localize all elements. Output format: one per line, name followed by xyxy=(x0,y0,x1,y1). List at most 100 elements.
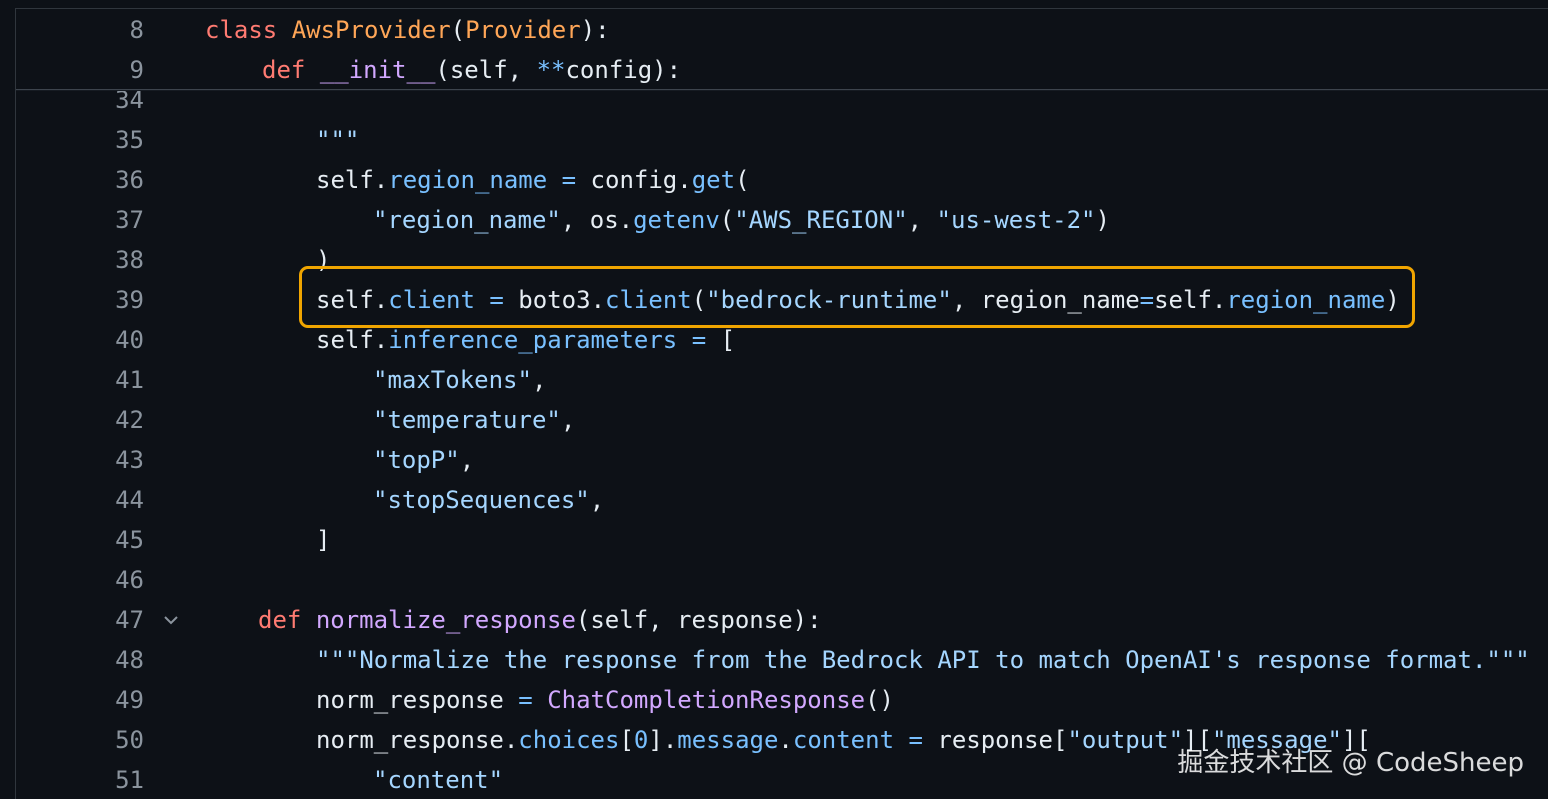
code-token: . xyxy=(590,286,606,314)
line-number[interactable]: 42 xyxy=(16,400,144,440)
code-token: , xyxy=(589,486,605,514)
line-number[interactable]: 46 xyxy=(16,560,144,600)
code-token: getenv xyxy=(633,206,720,234)
line-code[interactable]: """ xyxy=(316,120,359,160)
code-token: region_name xyxy=(388,166,548,194)
sticky-scope-header: 8 class AwsProvider(Provider): 9 def __init… xyxy=(16,9,1548,90)
code-token: . xyxy=(373,166,389,194)
code-token: . xyxy=(373,326,389,354)
code-token: """Normalize the response from the Bedro… xyxy=(316,646,1530,674)
code-token: normalize_response xyxy=(315,606,576,634)
line-code[interactable]: self.region_name = config.get( xyxy=(316,160,750,200)
line-number[interactable]: 45 xyxy=(16,520,144,560)
line-number[interactable]: 40 xyxy=(16,320,144,360)
chevron-down-icon[interactable] xyxy=(161,610,181,630)
line-code[interactable]: def normalize_response(self, response): xyxy=(258,600,822,640)
code-token: = xyxy=(489,286,504,314)
code-line: 46 xyxy=(16,560,1548,600)
code-token: self xyxy=(1154,286,1212,314)
line-code[interactable]: "topP", xyxy=(373,440,474,480)
code-token: [ xyxy=(619,726,634,754)
code-token: = xyxy=(518,686,533,714)
code-token: "topP" xyxy=(373,446,460,474)
code-token: = xyxy=(691,326,707,354)
line-number[interactable]: 44 xyxy=(16,480,144,520)
code-line: 40 self.inference_parameters = [ xyxy=(16,320,1548,360)
line-number[interactable]: 51 xyxy=(16,760,144,799)
line-number[interactable]: 8 xyxy=(16,10,144,50)
line-number[interactable]: 50 xyxy=(16,720,144,760)
line-code[interactable]: "region_name", os.getenv("AWS_REGION", "… xyxy=(373,200,1110,240)
code-token: def xyxy=(262,56,306,84)
code-token: region_name xyxy=(1226,286,1386,314)
code-token: config): xyxy=(565,56,682,84)
line-number[interactable]: 49 xyxy=(16,680,144,720)
code-token: = xyxy=(908,726,923,754)
code-viewer: 8 class AwsProvider(Provider): 9 def __init… xyxy=(0,0,1548,799)
code-line: 39 self.client = boto3.client("bedrock-ru… xyxy=(16,280,1548,320)
code-line: 38) xyxy=(16,240,1548,280)
code-token: (self, xyxy=(435,56,537,84)
line-number[interactable]: 9 xyxy=(16,50,144,90)
code-token: [ xyxy=(706,326,736,354)
line-code[interactable]: norm_response = ChatCompletionResponse() xyxy=(316,680,894,720)
code-token: norm_response xyxy=(316,686,504,714)
line-code[interactable]: "stopSequences", xyxy=(373,480,604,520)
code-token: ) xyxy=(1095,206,1110,234)
line-number[interactable]: 43 xyxy=(16,440,144,480)
code-token: ] xyxy=(648,726,663,754)
code-line: 8 class AwsProvider(Provider): xyxy=(16,10,1548,50)
code-token: message xyxy=(677,726,779,754)
code-line: 43 "topP", xyxy=(16,440,1548,480)
line-code[interactable]: class AwsProvider(Provider): xyxy=(205,10,610,50)
code-line: 49 norm_response = ChatCompletionResponse… xyxy=(16,680,1548,720)
line-code[interactable]: "content" xyxy=(373,760,503,799)
code-token: . xyxy=(677,166,692,194)
code-token: ): xyxy=(580,16,610,44)
line-code[interactable]: self.client = boto3.client("bedrock-runt… xyxy=(316,280,1400,320)
code-token: () xyxy=(865,686,894,714)
code-token: , xyxy=(459,446,475,474)
code-line: 45] xyxy=(16,520,1548,560)
code-token: ( xyxy=(691,286,707,314)
line-number[interactable]: 47 xyxy=(16,600,144,640)
code-token: client xyxy=(388,286,475,314)
line-number[interactable]: 37 xyxy=(16,200,144,240)
line-number[interactable]: 39 xyxy=(16,280,144,320)
line-number[interactable]: 36 xyxy=(16,160,144,200)
code-token: class xyxy=(205,16,278,44)
line-code[interactable]: def __init__(self, **config): xyxy=(262,50,681,90)
code-token: = xyxy=(1139,286,1155,314)
line-code[interactable]: self.inference_parameters = [ xyxy=(316,320,735,360)
line-number[interactable]: 35 xyxy=(16,120,144,160)
code-line: 9 def __init__(self, **config): xyxy=(16,50,1548,90)
line-code[interactable]: "temperature", xyxy=(373,400,575,440)
line-code[interactable]: ) xyxy=(316,240,330,280)
code-line: 37 "region_name", os.getenv("AWS_REGION",… xyxy=(16,200,1548,240)
code-token: (self, response): xyxy=(575,606,822,634)
code-line: 44 "stopSequences", xyxy=(16,480,1548,520)
line-number[interactable]: 48 xyxy=(16,640,144,680)
line-number[interactable]: 41 xyxy=(16,360,144,400)
code-token: self xyxy=(316,286,374,314)
code-token: inference_parameters xyxy=(388,326,678,354)
line-code[interactable]: ] xyxy=(316,520,330,560)
code-token: Provider xyxy=(465,16,581,44)
line-number[interactable]: 38 xyxy=(16,240,144,280)
code-token: . xyxy=(1211,286,1227,314)
line-code[interactable]: "maxTokens", xyxy=(373,360,546,400)
code-token: "content" xyxy=(373,766,504,794)
code-token: ( xyxy=(719,206,735,234)
code-token: , region_name xyxy=(951,286,1140,314)
line-code[interactable]: """Normalize the response from the Bedro… xyxy=(316,640,1530,680)
code-token: . xyxy=(662,726,678,754)
code-token: choices xyxy=(518,726,620,754)
code-token: self xyxy=(316,326,374,354)
code-token: ] xyxy=(316,526,331,554)
code-token: . xyxy=(778,726,793,754)
